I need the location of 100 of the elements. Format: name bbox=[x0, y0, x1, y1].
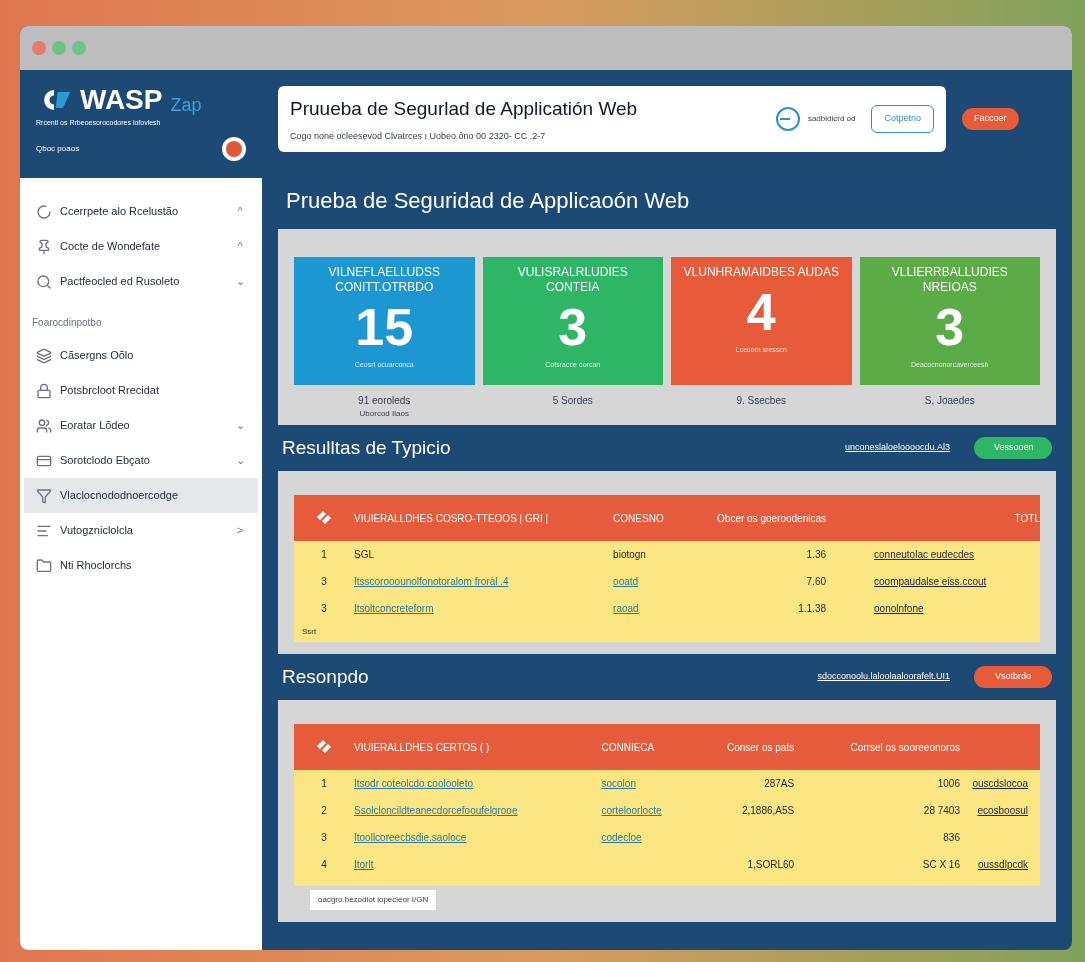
column-header: Obcer os goeroodenicas bbox=[717, 511, 826, 526]
avatar[interactable] bbox=[222, 136, 246, 161]
sidebar-item-label: Pactfeocled ed Rusoleto bbox=[60, 274, 181, 290]
header-title: Pruueba de Segurlad de Applicatión Web bbox=[290, 97, 639, 121]
table-cell: 836 bbox=[943, 832, 960, 843]
table-link[interactable]: Itoollcoreecbsdie.saoloce bbox=[354, 832, 467, 843]
sidebar-item-label: Sorotclodo Ebçato bbox=[60, 453, 151, 469]
table-cell: 3 bbox=[321, 576, 327, 587]
table-link[interactable]: ooatd bbox=[613, 576, 639, 587]
table-cell: 1 bbox=[321, 778, 327, 789]
sidebar-item[interactable]: Ccerrpete alo Rcelustão ^ bbox=[24, 194, 258, 229]
column-header: TOTL bbox=[1014, 511, 1040, 526]
sidebar-item[interactable]: Potsbrcloot Rrecidat bbox=[24, 373, 258, 408]
page-title: Prueba de Seguridad de Applicaoón Web bbox=[286, 188, 690, 213]
table-cell: 4 bbox=[321, 859, 327, 870]
section-link[interactable]: unconeslaloeloooocdu.Al3 bbox=[844, 441, 950, 455]
table-cell: 28 7403 bbox=[923, 805, 960, 816]
toggle[interactable] bbox=[775, 107, 800, 131]
stat-caption: 5 Sordes bbox=[552, 394, 593, 408]
logo-text: WASP bbox=[80, 86, 163, 114]
column-header: CONNIECA bbox=[601, 740, 655, 755]
stat-count: 4 bbox=[746, 282, 776, 343]
menu-icon bbox=[36, 382, 52, 399]
table-link[interactable]: Itsscorooounolfonotoralom froràl .4 bbox=[354, 576, 509, 587]
sidebar-item-label: Vlaclocnododnoercodge bbox=[60, 488, 180, 504]
toggle-label: sadbidicrd od bbox=[807, 113, 856, 125]
table-cell: biotogn bbox=[613, 549, 646, 560]
chevron[interactable]: ⌄ bbox=[234, 417, 246, 434]
stat-title: VLUNHRAMAIDBES AUDAS bbox=[682, 265, 840, 280]
table-cell: 3 bbox=[321, 832, 327, 843]
table-footer: Ssrt bbox=[302, 627, 317, 636]
row-link[interactable]: oussdlpcdk bbox=[977, 859, 1028, 870]
table-cell: 1.36 bbox=[806, 549, 826, 560]
table-link[interactable]: Itorlt bbox=[354, 859, 374, 870]
menu-icon bbox=[36, 347, 52, 364]
section-link[interactable]: sdocconoolu.laloolaaloorafelt.UI1 bbox=[817, 670, 950, 684]
sidebar-item[interactable]: Eoratar Lõdeo ⌄ bbox=[24, 408, 258, 443]
table-link[interactable]: Ssolcloncildteanecdorcefooufelgrooe bbox=[354, 805, 518, 816]
row-link[interactable]: conneutolac eudecdes bbox=[874, 549, 975, 560]
section-title: Resulltas de Typicio bbox=[282, 435, 451, 460]
stat-count: 15 bbox=[355, 297, 414, 358]
column-header: VIUIERALLDHES COSRO-TTEOOS | GRI | bbox=[354, 511, 549, 526]
chevron[interactable]: ⌄ bbox=[234, 273, 246, 290]
table-cell: 3 bbox=[321, 603, 327, 614]
sidebar-item-label: Ccerrpete alo Rcelustão bbox=[60, 204, 179, 220]
row-link[interactable]: coompaudalse eiss.ccout bbox=[874, 576, 987, 587]
table-link[interactable]: Itsoltconcreteform bbox=[354, 603, 434, 614]
sidebar-item[interactable]: Nti Rhoclorchs bbox=[24, 548, 258, 583]
table-cell: 7.60 bbox=[806, 576, 826, 587]
sidebar-item[interactable]: Vutogzniclolcla > bbox=[24, 513, 258, 548]
table-link[interactable]: raoad bbox=[613, 603, 639, 614]
table-link[interactable]: Itsodr coteolcdo coolooleto bbox=[354, 778, 473, 789]
section-button[interactable]: Vsotbrdo bbox=[974, 666, 1052, 688]
sidebar-item-label: Vutogzniclolcla bbox=[60, 523, 134, 539]
chevron[interactable]: ^ bbox=[234, 238, 246, 255]
sidebar-section-label: Foarocdinpotbo bbox=[31, 316, 103, 330]
table-link[interactable]: corteloorlocte bbox=[601, 805, 662, 816]
table-note: oacgro.bezodiot iopecieor I/GN bbox=[318, 895, 429, 904]
stat-caption: 91 eoroleds bbox=[358, 394, 411, 408]
sidebar-item-label: Potsbrcloot Rrecidat bbox=[60, 383, 161, 399]
header-subtitle: Cogo none ocleesevod Clvatrces ı Uobeo ôno 00 2320- CC .2-7 bbox=[290, 129, 547, 143]
stat-count: 3 bbox=[558, 297, 588, 358]
sidebar-item[interactable]: Pactfeocled ed Rusoleto ⌄ bbox=[24, 264, 258, 299]
chevron[interactable]: ⌄ bbox=[234, 452, 246, 469]
sidebar-item[interactable]: Cocte de Wondefate ^ bbox=[24, 229, 258, 264]
section-title: Resonpdo bbox=[282, 664, 369, 689]
menu-icon bbox=[36, 238, 52, 255]
column-header: Conser os pats bbox=[726, 740, 795, 755]
stat-caption: 9. Ssecbes bbox=[736, 394, 786, 408]
menu-icon bbox=[36, 557, 52, 574]
table-link[interactable]: socolon bbox=[601, 778, 636, 789]
outline-button[interactable]: Cotpetno bbox=[871, 105, 934, 133]
row-link[interactable]: ecosboosul bbox=[977, 805, 1028, 816]
column-header: VIUIERALLDHES CERTOS ( ) bbox=[354, 740, 490, 755]
table-cell: 2 bbox=[321, 805, 327, 816]
sidebar-item-label: Nti Rhoclorchs bbox=[60, 558, 133, 574]
table-cell: 1.1.38 bbox=[798, 603, 826, 614]
stat-caption: S, Joaedes bbox=[924, 394, 975, 408]
chevron[interactable]: > bbox=[234, 522, 246, 539]
table-cell: 287AS bbox=[764, 778, 795, 789]
sidebar-item[interactable]: Cãsergns Oõlo bbox=[24, 338, 258, 373]
table-cell: 1006 bbox=[937, 778, 960, 789]
table-cell: 2,1886,A5S bbox=[741, 805, 795, 816]
sidebar-item-label: Cãsergns Oõlo bbox=[60, 348, 135, 364]
menu-icon bbox=[36, 203, 52, 220]
logo-suffix: Zap bbox=[170, 96, 202, 114]
stat-count: 3 bbox=[935, 297, 965, 358]
row-link[interactable]: oonolnfone bbox=[874, 603, 924, 614]
chevron[interactable]: ^ bbox=[234, 203, 246, 220]
stat-title: VLLIERRBALLUDIES NREIOAS bbox=[890, 265, 1009, 295]
row-link[interactable]: ouscdslocoa bbox=[972, 778, 1028, 789]
table-cell: 1,SORL60 bbox=[747, 859, 795, 870]
table-cell: SGL bbox=[354, 549, 374, 560]
action-button[interactable]: Faccoer bbox=[962, 108, 1019, 130]
table-link[interactable]: codecloe bbox=[601, 832, 642, 843]
sidebar-item[interactable]: Vlaclocnododnoercodge bbox=[24, 478, 258, 513]
subtitle: Qboc poaos bbox=[36, 142, 80, 155]
column-header: CONESNO bbox=[613, 511, 664, 526]
sidebar-item[interactable]: Sorotclodo Ebçato ⌄ bbox=[24, 443, 258, 478]
stat-title: VULISRALRLUDIES CONTEIA bbox=[516, 265, 629, 295]
